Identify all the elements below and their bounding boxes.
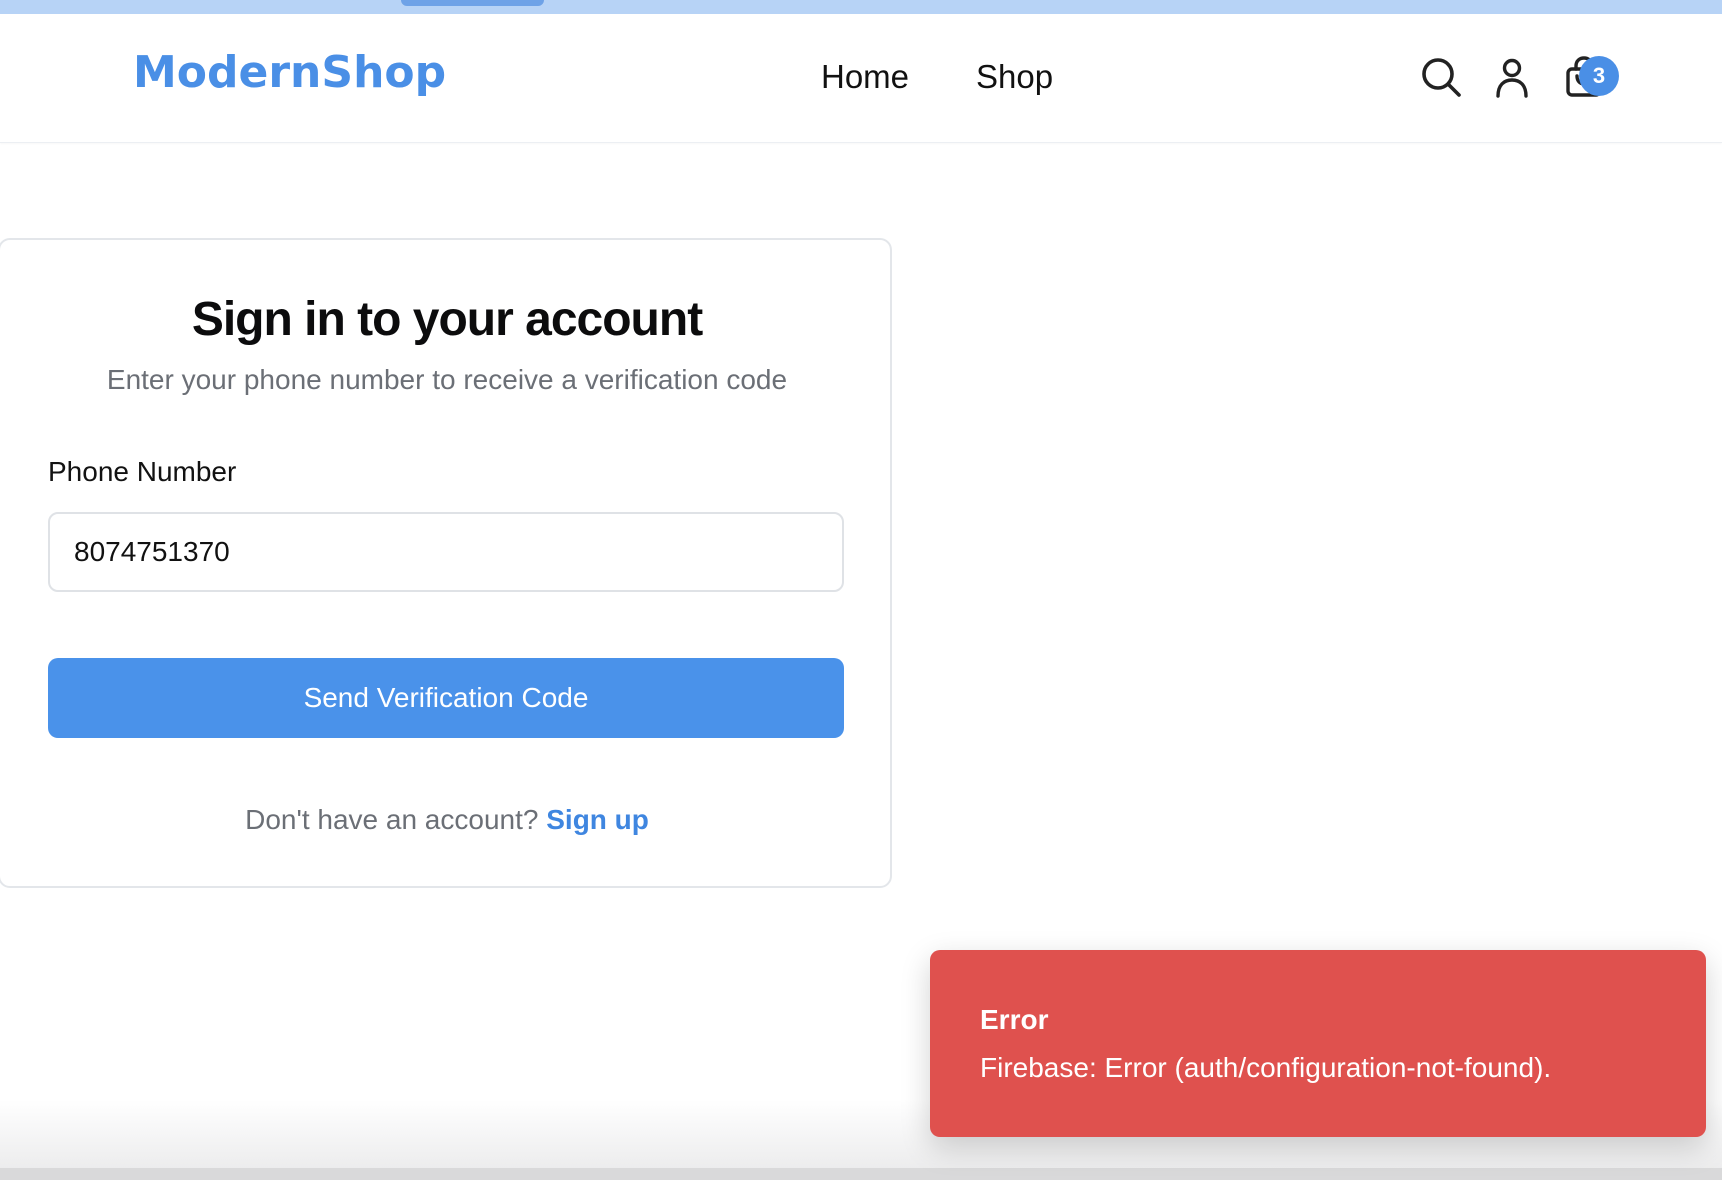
phone-number-label: Phone Number — [48, 456, 237, 487]
toast-title: Error — [980, 1004, 1049, 1035]
cart-count-badge: 3 — [1579, 56, 1619, 96]
signup-prompt: Don't have an account? Sign up — [0, 804, 894, 836]
search-icon[interactable] — [1418, 54, 1464, 100]
browser-top-strip — [0, 0, 1722, 14]
nav-shop[interactable]: Shop — [976, 58, 1053, 96]
toast-message: Firebase: Error (auth/configuration-not-… — [980, 1052, 1552, 1083]
browser-tab-indicator — [401, 0, 544, 6]
phone-number-input[interactable] — [48, 512, 844, 592]
bottom-bar — [0, 1168, 1722, 1180]
error-toast[interactable]: Error Firebase: Error (auth/configuratio… — [930, 950, 1706, 1137]
nav-home[interactable]: Home — [821, 58, 909, 96]
send-verification-code-button[interactable]: Send Verification Code — [48, 658, 844, 738]
user-icon[interactable] — [1489, 54, 1535, 100]
no-account-text: Don't have an account? — [245, 804, 539, 835]
sign-in-card: Sign in to your account Enter your phone… — [0, 238, 892, 888]
sign-up-link[interactable]: Sign up — [546, 804, 649, 835]
site-logo[interactable]: ModernShop — [133, 47, 446, 98]
sign-in-title: Sign in to your account — [191, 293, 703, 346]
site-header: ModernShop Home Shop 3 — [0, 14, 1722, 143]
sign-in-subtitle: Enter your phone number to receive a ver… — [106, 364, 788, 395]
